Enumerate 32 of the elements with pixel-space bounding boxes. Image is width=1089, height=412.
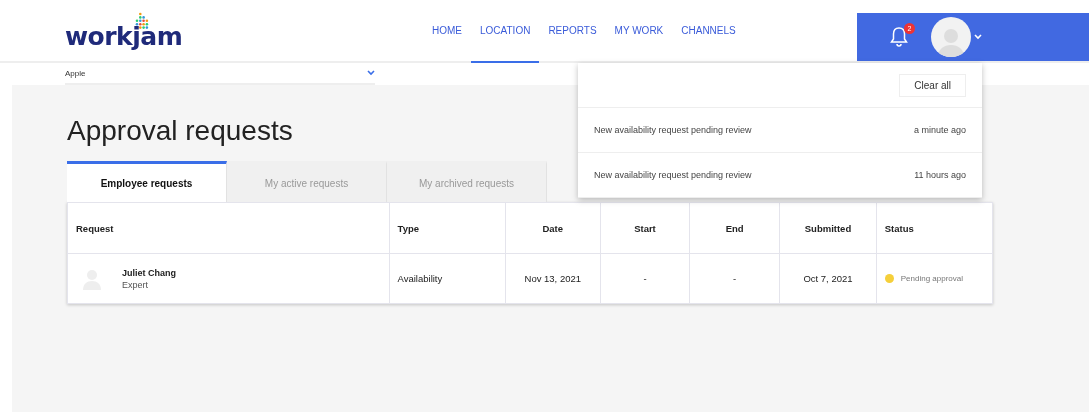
- nav-link[interactable]: CHANNELS: [672, 0, 745, 63]
- clear-all-button[interactable]: Clear all: [899, 73, 966, 97]
- column-header: Status: [876, 202, 993, 254]
- employee-role: Expert: [122, 279, 149, 290]
- nav-link[interactable]: REPORTS: [539, 0, 606, 63]
- chevron-down-icon[interactable]: [367, 70, 375, 76]
- notification-message[interactable]: New availability request pending review: [594, 125, 752, 135]
- table-cell: Availability: [389, 253, 506, 304]
- notification-time: a minute ago: [913, 125, 966, 135]
- notification-time: 11 hours ago: [914, 170, 966, 180]
- table-cell: -: [600, 253, 690, 304]
- tab[interactable]: Employee requests: [67, 161, 227, 202]
- table-cell: Nov 13, 2021: [505, 253, 601, 304]
- table-cell: Oct 7, 2021: [779, 253, 877, 304]
- column-header: Date: [505, 202, 601, 254]
- table-cell: -: [689, 253, 780, 304]
- column-header: Start: [600, 202, 690, 254]
- page-title: Approval requests: [67, 115, 293, 147]
- column-header: Request: [67, 202, 390, 254]
- column-header: End: [689, 202, 780, 254]
- nav-link[interactable]: HOME: [423, 0, 471, 63]
- avatar[interactable]: [931, 17, 971, 57]
- nav-link[interactable]: MY WORK: [605, 0, 673, 63]
- location-select[interactable]: Apple: [65, 68, 86, 78]
- nav-link[interactable]: LOCATION: [471, 0, 540, 63]
- employee-name: Juliet Chang: [122, 267, 176, 278]
- column-header: Type: [389, 202, 506, 254]
- logo: workjam: [65, 23, 183, 50]
- column-header: Submitted: [779, 202, 877, 254]
- notification-message[interactable]: New availability request pending review: [594, 170, 752, 180]
- status-label: Pending approval: [900, 274, 963, 283]
- bell-icon[interactable]: [889, 26, 909, 48]
